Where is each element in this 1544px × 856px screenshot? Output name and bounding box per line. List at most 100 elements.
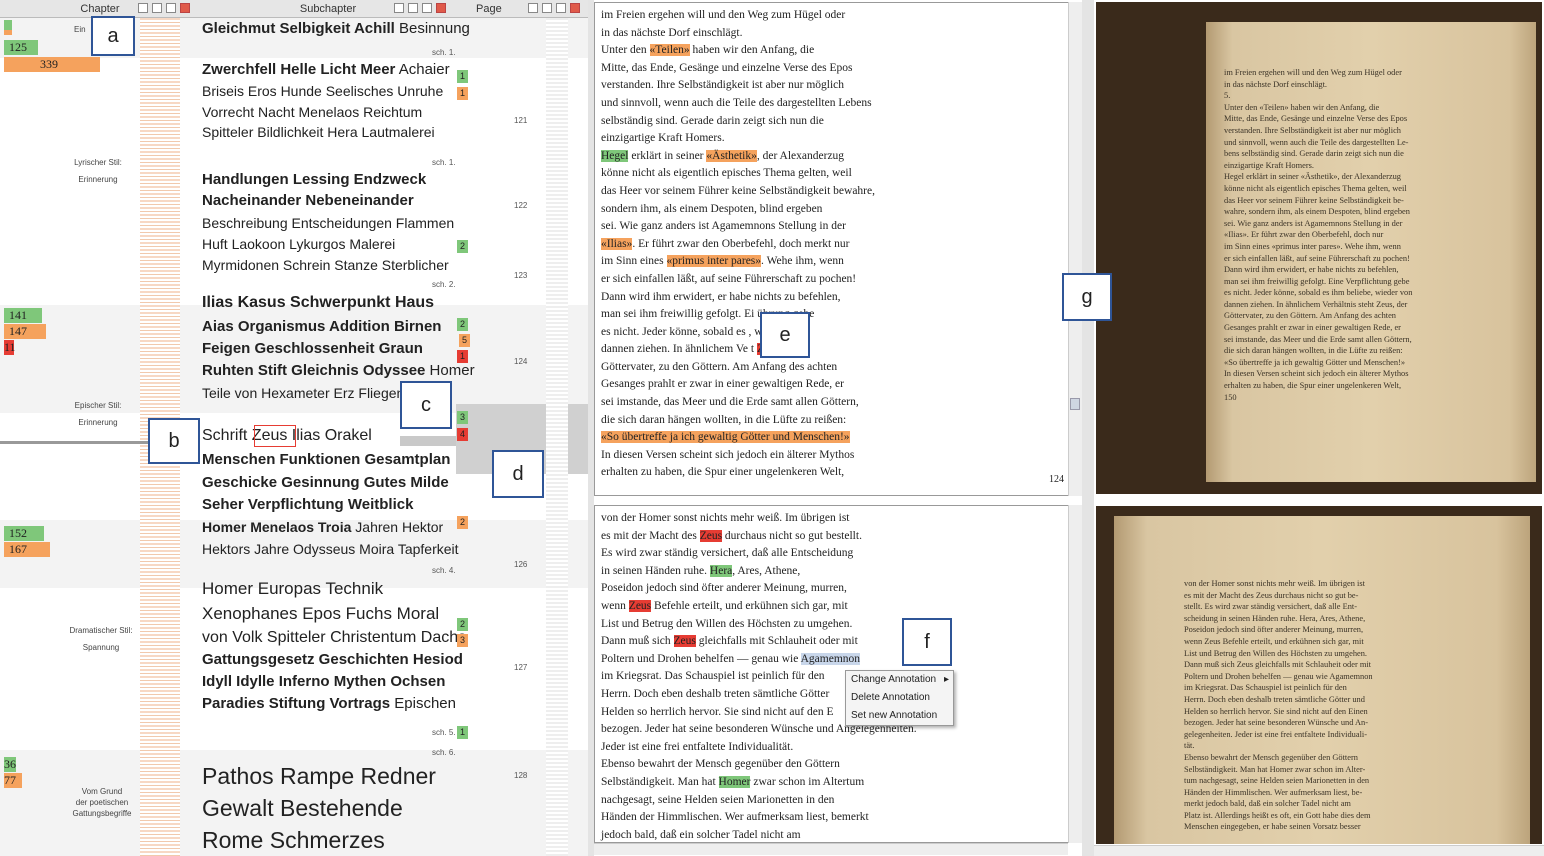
- subchapter-keywords[interactable]: Zwerchfell Helle Licht Meer Achaier: [202, 60, 450, 80]
- subchapter-keywords[interactable]: Gattungsgesetz Geschichten Hesiod: [202, 650, 463, 670]
- page-annotation-marker[interactable]: 2: [457, 318, 468, 331]
- annotation-highlight[interactable]: Hegel: [601, 149, 629, 162]
- horizontal-scrollbar[interactable]: [594, 843, 1068, 855]
- menu-item-delete-annotation[interactable]: Delete Annotation: [846, 689, 953, 707]
- close-icon[interactable]: [570, 3, 580, 13]
- chapter-count-tag[interactable]: 141: [4, 308, 42, 323]
- sort-icon[interactable]: [394, 3, 404, 13]
- annotation-highlight[interactable]: «Ilias»: [601, 237, 633, 250]
- page-annotation-marker[interactable]: 1: [457, 70, 468, 83]
- text-view-top[interactable]: im Freien ergehen will und den Weg zum H…: [594, 2, 1070, 496]
- subchapter-keywords[interactable]: Spitteler Bildlichkeit Hera Lautmalerei: [202, 122, 435, 142]
- chapter-count-tag[interactable]: 11: [4, 340, 16, 355]
- page-annotation-marker[interactable]: 3: [457, 411, 468, 424]
- page-number[interactable]: 124: [514, 357, 527, 366]
- subchapter-keywords[interactable]: Vorrecht Nacht Menelaos Reichtum: [202, 102, 422, 122]
- subchapter-keywords[interactable]: Menschen Funktionen Gesamtplan: [202, 450, 450, 470]
- filter-icon[interactable]: [408, 3, 418, 13]
- page-annotation-marker[interactable]: 2: [457, 516, 468, 529]
- subchapter-keywords[interactable]: Huft Laokoon Lykurgos Malerei: [202, 234, 395, 254]
- sort-icon[interactable]: [528, 3, 538, 13]
- subchapter-keywords[interactable]: Ruhten Stift Gleichnis Odyssee Homer: [202, 361, 475, 381]
- subchapter-keywords[interactable]: Briseis Eros Hunde Seelisches Unruhe: [202, 81, 443, 101]
- menu-item-set-new-annotation[interactable]: Set new Annotation: [846, 707, 953, 725]
- subchapter-keywords[interactable]: Feigen Geschlossenheit Graun: [202, 339, 423, 359]
- page-annotation-marker[interactable]: 1: [457, 87, 468, 100]
- subchapter-keywords[interactable]: Pathos Rampe Redner: [202, 763, 436, 789]
- subchapter-keywords[interactable]: Homer Menelaos Troia Jahren Hektor: [202, 517, 443, 537]
- subchapter-keywords[interactable]: Nacheinander Nebeneinander: [202, 191, 414, 211]
- subchapter-keywords[interactable]: Beschreibung Entscheidungen Flammen: [202, 213, 454, 233]
- sort-icon[interactable]: [138, 3, 148, 13]
- horizontal-scrollbar[interactable]: [1094, 845, 1544, 856]
- chapter-name[interactable]: Dramatischer Stil: Spannung: [58, 625, 144, 653]
- annotation-highlight[interactable]: Hera: [709, 564, 733, 577]
- filter-icon[interactable]: [152, 3, 162, 13]
- filter-icon[interactable]: [542, 3, 552, 13]
- scanned-page-bottom[interactable]: von der Homer sonst nichts mehr weiß. Im…: [1096, 506, 1542, 844]
- close-icon[interactable]: [436, 3, 446, 13]
- subchapter-keywords[interactable]: Teile von Hexameter Erz Fliegen R: [202, 383, 418, 403]
- page-number[interactable]: 127: [514, 663, 527, 672]
- subchapter-keywords[interactable]: Myrmidonen Schrein Stanze Sterblicher: [202, 255, 449, 275]
- annotation-highlight[interactable]: «So übertreffe ja ich gewaltig Götter un…: [601, 431, 850, 444]
- annotation-highlight[interactable]: Zeus: [699, 529, 723, 542]
- chapter-count-tag[interactable]: 167: [4, 542, 50, 557]
- subchapter-keywords[interactable]: Idyll Idylle Inferno Mythen Ochsen: [202, 672, 445, 692]
- subchapter-keywords[interactable]: Paradies Stiftung Vortrags Epischen: [202, 694, 456, 714]
- page-annotation-marker[interactable]: 1: [457, 350, 468, 363]
- chapter-count-tag[interactable]: 36: [4, 757, 16, 772]
- subchapter-keywords[interactable]: Xenophanes Epos Fuchs Moral: [202, 604, 439, 624]
- subchapter-keywords[interactable]: Rome Schmerzes: [202, 827, 385, 853]
- page-number[interactable]: 121: [514, 116, 527, 125]
- annotation-highlight[interactable]: «Teilen»: [649, 44, 690, 57]
- scanned-page-top[interactable]: im Freien ergehen will und den Weg zum H…: [1096, 2, 1542, 494]
- page-number[interactable]: 128: [514, 771, 527, 780]
- page-number[interactable]: 126: [514, 560, 527, 569]
- annotation-highlight[interactable]: Zeus: [673, 635, 696, 648]
- page-annotation-marker[interactable]: 3: [457, 634, 468, 647]
- subchapter-keywords[interactable]: Homer Europas Technik: [202, 579, 383, 599]
- annotation-highlight[interactable]: Zeus: [628, 599, 652, 612]
- page-annotation-marker[interactable]: 4: [457, 428, 468, 441]
- chapter-count-tag[interactable]: 339: [4, 57, 100, 72]
- subchapter-keywords[interactable]: von Volk Spitteler Christentum Dachs: [202, 628, 466, 648]
- subchapter-keywords[interactable]: Gewalt Bestehende: [202, 795, 403, 821]
- page-annotation-marker[interactable]: 2: [457, 618, 468, 631]
- page-number[interactable]: 122: [514, 201, 527, 210]
- annotation-highlight[interactable]: «Ästhetik»: [706, 149, 757, 162]
- subchapter-keywords[interactable]: Hektors Jahre Odysseus Moira Tapferkeit: [202, 539, 459, 559]
- vertical-scrollbar[interactable]: [1068, 2, 1082, 496]
- scanned-line: es mit der Macht des Zeus durchaus nicht…: [1184, 590, 1359, 600]
- panel-divider[interactable]: [1082, 0, 1094, 856]
- subchapter-keywords[interactable]: Handlungen Lessing Endzweck: [202, 170, 426, 190]
- chapter-count-tag[interactable]: 147: [4, 324, 46, 339]
- chapter-name[interactable]: Ein: [74, 24, 86, 35]
- annotation-highlight[interactable]: «primus inter pares»: [666, 255, 762, 268]
- chapter-count-tag[interactable]: 152: [4, 526, 44, 541]
- vertical-scrollbar[interactable]: [1068, 505, 1082, 843]
- annotation-highlight[interactable]: Agamemnon: [800, 652, 861, 665]
- page-number[interactable]: 123: [514, 271, 527, 280]
- list-icon[interactable]: [422, 3, 432, 13]
- page-annotation-marker[interactable]: 1: [457, 726, 468, 739]
- chapter-name[interactable]: Vom Grund der poetischen Gattungsbegriffe: [62, 786, 142, 819]
- list-icon[interactable]: [556, 3, 566, 13]
- list-icon[interactable]: [166, 3, 176, 13]
- text-view-bottom[interactable]: von der Homer sonst nichts mehr weiß. Im…: [594, 505, 1070, 843]
- menu-item-change-annotation[interactable]: Change Annotation ▸: [846, 671, 953, 689]
- chapter-name[interactable]: Lyrischer Stil: Erinnerung: [58, 157, 138, 185]
- subchapter-keywords[interactable]: Gleichmut Selbigkeit Achill Besinnung: [202, 19, 470, 39]
- subchapter-keywords[interactable]: Geschicke Gesinnung Gutes Milde: [202, 473, 449, 493]
- subchapter-keywords[interactable]: Ilias Kasus Schwerpunkt Haus: [202, 293, 434, 313]
- close-icon[interactable]: [180, 3, 190, 13]
- page-annotation-marker[interactable]: 2: [457, 240, 468, 253]
- chapter-count-tag[interactable]: 77: [4, 773, 22, 788]
- chapter-count-tag[interactable]: 125: [4, 40, 38, 55]
- scroll-thumb[interactable]: [1070, 398, 1080, 410]
- page-annotation-marker[interactable]: 5: [459, 334, 470, 347]
- subchapter-keywords[interactable]: Seher Verpflichtung Weitblick: [202, 495, 413, 515]
- annotation-highlight[interactable]: Homer: [718, 775, 751, 788]
- subchapter-keywords[interactable]: Aias Organismus Addition Birnen: [202, 317, 441, 337]
- chapter-name[interactable]: Epischer Stil: Erinnerung: [58, 400, 138, 428]
